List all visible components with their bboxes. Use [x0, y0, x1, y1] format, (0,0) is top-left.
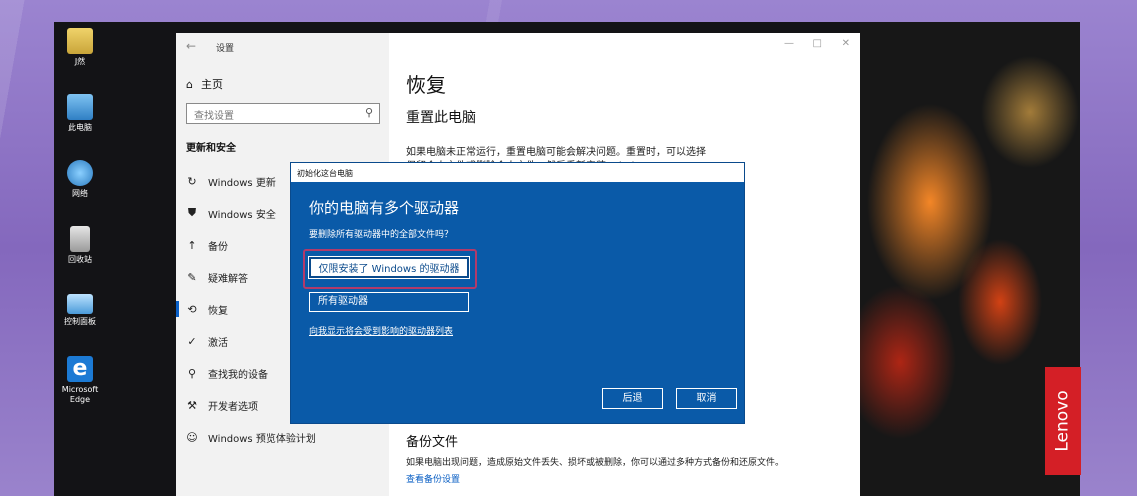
all-drives-button[interactable]: 所有驱动器 — [309, 292, 469, 312]
nav-item-label: 恢复 — [208, 305, 228, 317]
network-icon — [67, 160, 93, 186]
desktop-icon-label: 控制面板 — [64, 317, 96, 326]
shield-icon: ⛊ — [187, 206, 197, 219]
desktop-icon-label: J然 — [74, 57, 86, 66]
close-button[interactable]: ✕ — [842, 38, 850, 49]
desktop-icon-label: Microsoft Edge — [61, 385, 99, 404]
recovery-icon: ⟲ — [187, 302, 197, 316]
edge-icon: e — [67, 356, 93, 382]
tools-icon: ⚒ — [187, 398, 197, 412]
control-panel-icon — [67, 294, 93, 314]
nav-item-label: Windows 更新 — [208, 177, 276, 189]
minimize-button[interactable]: — — [784, 38, 794, 49]
nav-item-label: 疑难解答 — [208, 273, 248, 285]
desktop-icon-recycle-bin[interactable]: 回收站 — [56, 226, 104, 265]
dialog-title: 初始化这台电脑 — [291, 163, 744, 182]
home-icon: ⌂ — [186, 77, 193, 91]
desktop-icon-user[interactable]: J然 — [56, 28, 104, 67]
desktop-icon-computer[interactable]: 此电脑 — [56, 94, 104, 133]
dialog-question: 要删除所有驱动器中的全部文件吗？ — [309, 230, 454, 240]
desktop-icon-control-panel[interactable]: 控制面板 — [56, 294, 104, 327]
lenovo-logo: Lenovo — [1045, 367, 1081, 475]
back-button[interactable]: 后退 — [602, 388, 663, 409]
reset-pc-dialog: 初始化这台电脑 你的电脑有多个驱动器 要删除所有驱动器中的全部文件吗？ 仅限安装… — [290, 162, 745, 424]
nav-home-label: 主页 — [200, 78, 223, 91]
computer-icon — [67, 94, 93, 120]
section-heading: 更新和安全 — [186, 143, 236, 154]
window-title: 设置 — [216, 44, 235, 54]
refresh-icon: ↻ — [187, 174, 197, 188]
dialog-heading: 你的电脑有多个驱动器 — [309, 199, 460, 217]
maximize-button[interactable]: □ — [813, 38, 822, 49]
nav-item-label: 激活 — [208, 337, 228, 349]
desktop-icon-label: 此电脑 — [68, 123, 92, 132]
backup-heading: 备份文件 — [406, 435, 459, 450]
nav-item-label: Windows 预览体验计划 — [208, 433, 316, 445]
search-input[interactable]: 查找设置 ⚲ — [186, 103, 380, 124]
cancel-button[interactable]: 取消 — [676, 388, 737, 409]
back-arrow-icon[interactable]: ← — [186, 39, 196, 53]
windows-drive-only-button[interactable]: 仅限安装了 Windows 的驱动器 — [308, 256, 470, 279]
nav-item-label: 查找我的设备 — [208, 369, 268, 381]
desktop-icon-edge[interactable]: e Microsoft Edge — [56, 356, 104, 405]
desktop-icon-label: 回收站 — [68, 255, 92, 264]
wrench-icon: ✎ — [187, 270, 197, 284]
smiley-icon: ☺ — [186, 430, 198, 444]
user-folder-icon — [67, 28, 93, 54]
desktop-icon-label: 网络 — [72, 189, 88, 198]
lenovo-logo-text: Lenovo — [1053, 390, 1073, 452]
reset-heading: 重置此电脑 — [406, 110, 476, 126]
page-title: 恢复 — [406, 73, 446, 97]
nav-item-label: Windows 安全 — [208, 209, 276, 221]
backup-description: 如果电脑出现问题，造成原始文件丢失、损坏或被删除，你可以通过多种方式备份和还原文… — [406, 458, 785, 468]
nav-home[interactable]: ⌂ 主页 — [186, 76, 223, 92]
show-affected-drives-link[interactable]: 向我显示将会受到影响的驱动器列表 — [309, 324, 453, 337]
recycle-bin-icon — [70, 226, 90, 252]
laptop-screen: J然 此电脑 网络 回收站 控制面板 e Microsoft Edge ← 设置… — [54, 22, 1080, 496]
nav-item-insider-program[interactable]: ☺ Windows 预览体验计划 — [176, 421, 389, 453]
person-icon: ⚲ — [187, 366, 197, 380]
search-icon: ⚲ — [364, 106, 373, 119]
backup-settings-link[interactable]: 查看备份设置 — [406, 472, 460, 485]
upload-icon: ↑ — [187, 238, 197, 252]
desktop-icon-network[interactable]: 网络 — [56, 160, 104, 199]
search-placeholder: 查找设置 — [194, 111, 234, 122]
nav-item-label: 开发者选项 — [208, 401, 258, 413]
check-circle-icon: ✓ — [187, 334, 197, 348]
nav-item-label: 备份 — [208, 241, 228, 253]
